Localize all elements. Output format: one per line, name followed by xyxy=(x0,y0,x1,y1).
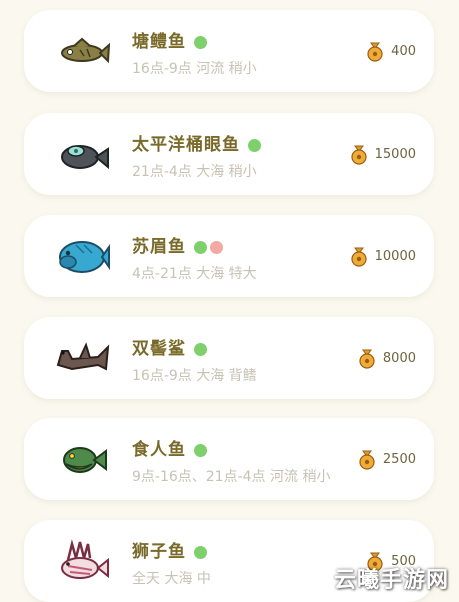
money-bag-icon xyxy=(367,42,383,62)
money-bag-icon xyxy=(351,145,367,165)
hammerhead-shark-icon xyxy=(54,333,110,383)
money-bag-icon xyxy=(359,349,375,369)
green-dot xyxy=(194,240,207,254)
price-value: 15000 xyxy=(374,146,416,162)
green-dot xyxy=(248,138,261,152)
fish-info: 4点-21点 大海 特大 xyxy=(132,266,257,282)
price-value: 10000 xyxy=(374,248,416,264)
money-bag-icon xyxy=(351,247,367,267)
price: 8000 xyxy=(357,347,416,369)
price: 10000 xyxy=(349,245,416,267)
barreleye-fish-icon xyxy=(54,129,110,179)
price-value: 400 xyxy=(391,43,416,59)
fish-info: 16点-9点 大海 背鳍 xyxy=(132,368,257,384)
fish-card[interactable]: 苏眉鱼 4点-21点 大海 特大 10000 xyxy=(24,215,434,297)
fish-name: 太平洋桶眼鱼 xyxy=(132,130,264,155)
money-bag-icon xyxy=(359,450,375,470)
availability-dots xyxy=(194,32,210,52)
fish-info: 16点-9点 河流 稍小 xyxy=(132,61,257,77)
availability-dots xyxy=(248,135,264,155)
pink-dot xyxy=(210,240,223,254)
price-value: 2500 xyxy=(382,451,416,467)
price: 2500 xyxy=(357,448,416,470)
fish-card[interactable]: 塘鳢鱼 16点-9点 河流 稍小 400 xyxy=(24,10,434,92)
green-dot xyxy=(194,443,207,457)
price-value: 8000 xyxy=(382,350,416,366)
pond-smelt-fish-icon xyxy=(54,26,110,76)
green-dot xyxy=(194,545,207,559)
availability-dots xyxy=(194,339,210,359)
fish-name: 塘鳢鱼 xyxy=(132,27,210,52)
fish-name: 食人鱼 xyxy=(132,435,210,460)
fish-name: 苏眉鱼 xyxy=(132,232,226,257)
fish-name: 双髻鲨 xyxy=(132,334,210,359)
napoleonfish-icon xyxy=(54,231,110,281)
fish-info: 21点-4点 大海 稍小 xyxy=(132,164,257,180)
fish-name: 狮子鱼 xyxy=(132,537,210,562)
piranha-icon xyxy=(54,434,110,484)
availability-dots xyxy=(194,440,210,460)
availability-dots xyxy=(194,542,210,562)
fish-card[interactable]: 双髻鲨 16点-9点 大海 背鳍 8000 xyxy=(24,317,434,399)
fish-card[interactable]: 太平洋桶眼鱼 21点-4点 大海 稍小 15000 xyxy=(24,113,434,195)
fish-info: 9点-16点、21点-4点 河流 稍小 xyxy=(132,469,331,485)
fish-card[interactable]: 食人鱼 9点-16点、21点-4点 河流 稍小 2500 xyxy=(24,418,434,500)
availability-dots xyxy=(194,237,226,257)
green-dot xyxy=(194,342,207,356)
lionfish-icon xyxy=(54,536,110,586)
fish-info: 全天 大海 中 xyxy=(132,571,211,587)
site-watermark: 云曦手游网 xyxy=(333,568,449,593)
green-dot xyxy=(194,35,207,49)
price: 15000 xyxy=(349,143,416,165)
price: 400 xyxy=(365,40,416,62)
